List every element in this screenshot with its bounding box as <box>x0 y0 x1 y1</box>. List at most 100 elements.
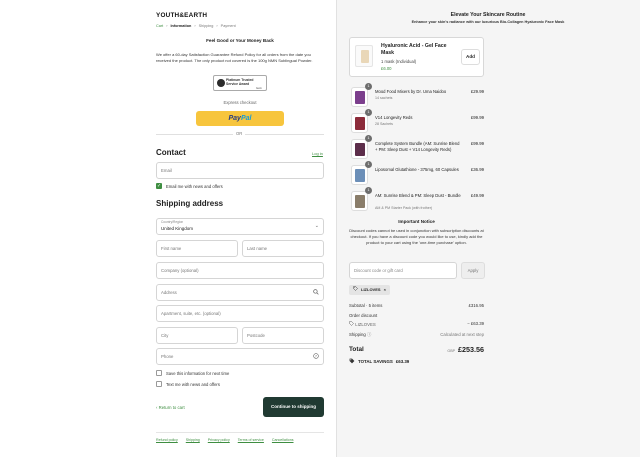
applied-code: LIZLOVES <box>355 322 376 327</box>
brand-logo[interactable]: YOUTH&EARTH <box>156 12 207 19</box>
apartment-placeholder: Apartment, suite, etc. (optional) <box>161 311 221 316</box>
quantity-badge: 1 <box>365 83 372 90</box>
product-name: V14 Longevity Reds <box>375 115 413 120</box>
breadcrumb-shipping: Shipping <box>198 24 214 28</box>
save-info-checkbox[interactable] <box>156 370 162 376</box>
notice-heading: Important Notice <box>398 219 435 224</box>
city-placeholder: City <box>161 333 169 338</box>
product-name: Mood Food Mixers by Dr. Uma Naidoo <box>375 89 447 94</box>
apply-discount-button[interactable]: Apply <box>461 262 485 279</box>
postcode-field[interactable]: Postcode <box>242 327 324 344</box>
product-variant: AM & PM Starter Pack (with frother) <box>375 206 433 210</box>
product-image <box>351 165 368 185</box>
company-placeholder: Company (optional) <box>161 268 199 273</box>
chevron-right-icon: › <box>166 24 168 28</box>
country-value: United Kingdom <box>161 226 194 231</box>
currency-code: GBP <box>447 349 456 353</box>
discount-value: − £63.39 <box>467 321 484 326</box>
help-circle-icon[interactable]: ⓘ <box>367 332 371 337</box>
shipping-policy-link[interactable]: Shipping <box>186 438 200 442</box>
subtotal-row: Subtotal · 5 items £316.95 <box>349 303 484 308</box>
cancellations-link[interactable]: Cancellations <box>272 438 294 442</box>
paypal-logo-pal: Pal <box>240 115 252 122</box>
chevron-right-icon: › <box>216 24 218 28</box>
first-name-placeholder: First name <box>161 246 182 251</box>
login-link[interactable]: Log in <box>312 151 323 156</box>
order-discount-label: Order discount <box>349 313 378 318</box>
product-name: Liposomal Glutathione - 375mg, 60 Capsul… <box>375 167 459 172</box>
order-discount-row: Order discount <box>349 313 484 318</box>
address-field[interactable]: Address <box>156 284 324 301</box>
remove-discount-icon[interactable]: × <box>384 285 386 295</box>
chevron-right-icon: › <box>194 24 196 28</box>
cart-item: 1 AM: Sunrise Blend & PM: Sleep Dust - B… <box>349 187 484 213</box>
shipping-heading: Shipping address <box>156 199 224 208</box>
total-savings: TOTAL SAVINGS £63.39 <box>349 358 409 365</box>
news-offers-checkbox[interactable]: ✓ <box>156 183 162 189</box>
help-circle-icon[interactable]: ? <box>313 353 319 361</box>
paypal-button[interactable]: PayPal <box>196 111 284 126</box>
last-name-placeholder: Last name <box>247 246 268 251</box>
upsell-price: £6.00 <box>381 66 392 71</box>
phone-field[interactable]: Phone ? <box>156 348 324 365</box>
total-value: £253.56 <box>458 345 484 354</box>
checkmark-icon: ✓ <box>157 183 162 189</box>
refund-policy-link[interactable]: Refund policy <box>156 438 178 442</box>
paypal-logo-pay: Pay <box>228 115 241 122</box>
return-to-cart-link[interactable]: ‹ Return to cart <box>156 405 185 410</box>
upsell-product-name: Hyaluronic Acid - Gel Face Mask <box>381 43 447 56</box>
product-image <box>351 113 368 133</box>
product-price: £99.99 <box>470 115 484 120</box>
quantity-badge: 1 <box>365 187 372 194</box>
tag-icon <box>353 285 358 295</box>
text-offers-label: Text me with news and offers <box>166 382 220 387</box>
footer-divider <box>156 432 324 433</box>
shipping-label: Shipping <box>349 332 366 337</box>
address-placeholder: Address <box>161 290 177 295</box>
continue-to-shipping-button[interactable]: Continue to shipping <box>263 397 324 417</box>
savings-value: £63.39 <box>395 359 410 364</box>
express-checkout-label: Express checkout <box>223 100 257 105</box>
quantity-badge: 1 <box>365 135 372 142</box>
terms-link[interactable]: Terms of service <box>238 438 264 442</box>
discount-code-input[interactable]: Discount code or gift card <box>349 262 457 279</box>
email-placeholder: Email <box>161 168 172 173</box>
subtotal-label: Subtotal · 5 items <box>349 303 383 308</box>
breadcrumb-information: Information <box>170 24 192 28</box>
trusted-service-badge: Platinum Trusted Service Award feefo <box>213 75 267 91</box>
upsell-card: Hyaluronic Acid - Gel Face Mask 1 mask (… <box>349 37 484 77</box>
product-price: £29.99 <box>470 89 484 94</box>
discount-placeholder: Discount code or gift card <box>354 268 403 273</box>
product-image <box>351 139 368 159</box>
breadcrumb-cart[interactable]: Cart <box>156 24 163 28</box>
guarantee-title: Feel Good or Your Money Back <box>206 38 274 43</box>
product-name: AM: Sunrise Blend & PM: Sleep Dust - Bun… <box>375 193 461 198</box>
upsell-subheading: Enhance your skin's radiance with our lu… <box>411 20 565 24</box>
award-seal-icon <box>217 79 225 87</box>
news-offers-label: Email me with news and offers <box>166 184 223 189</box>
chevron-down-icon: ⌄ <box>314 223 319 229</box>
return-label: Return to cart <box>158 405 185 410</box>
first-name-field[interactable]: First name <box>156 240 238 257</box>
product-price: £99.99 <box>470 141 484 146</box>
cart-item: 1 Liposomal Glutathione - 375mg, 60 Caps… <box>349 161 484 187</box>
product-variant: 28 Sachets <box>375 122 393 126</box>
cart-item: 1 V14 Longevity Reds 28 Sachets £99.99 <box>349 109 484 135</box>
last-name-field[interactable]: Last name <box>242 240 324 257</box>
add-upsell-button[interactable]: Add <box>461 49 480 65</box>
city-field[interactable]: City <box>156 327 238 344</box>
email-field[interactable]: Email <box>156 162 324 179</box>
total-label: Total <box>349 346 364 353</box>
company-field[interactable]: Company (optional) <box>156 262 324 279</box>
quantity-badge: 1 <box>365 109 372 116</box>
face-mask-image <box>355 45 373 67</box>
text-offers-checkbox[interactable] <box>156 381 162 387</box>
country-select[interactable]: Country/Region United Kingdom ⌄ <box>156 218 324 235</box>
shipping-value: Calculated at next step <box>440 332 484 337</box>
quantity-badge: 1 <box>365 161 372 168</box>
cart-item: 1 Complete System Bundle (AM: Sunrise Bl… <box>349 135 484 161</box>
apartment-field[interactable]: Apartment, suite, etc. (optional) <box>156 305 324 322</box>
product-image <box>351 191 368 211</box>
country-label: Country/Region <box>161 220 184 224</box>
privacy-policy-link[interactable]: Privacy policy <box>208 438 230 442</box>
